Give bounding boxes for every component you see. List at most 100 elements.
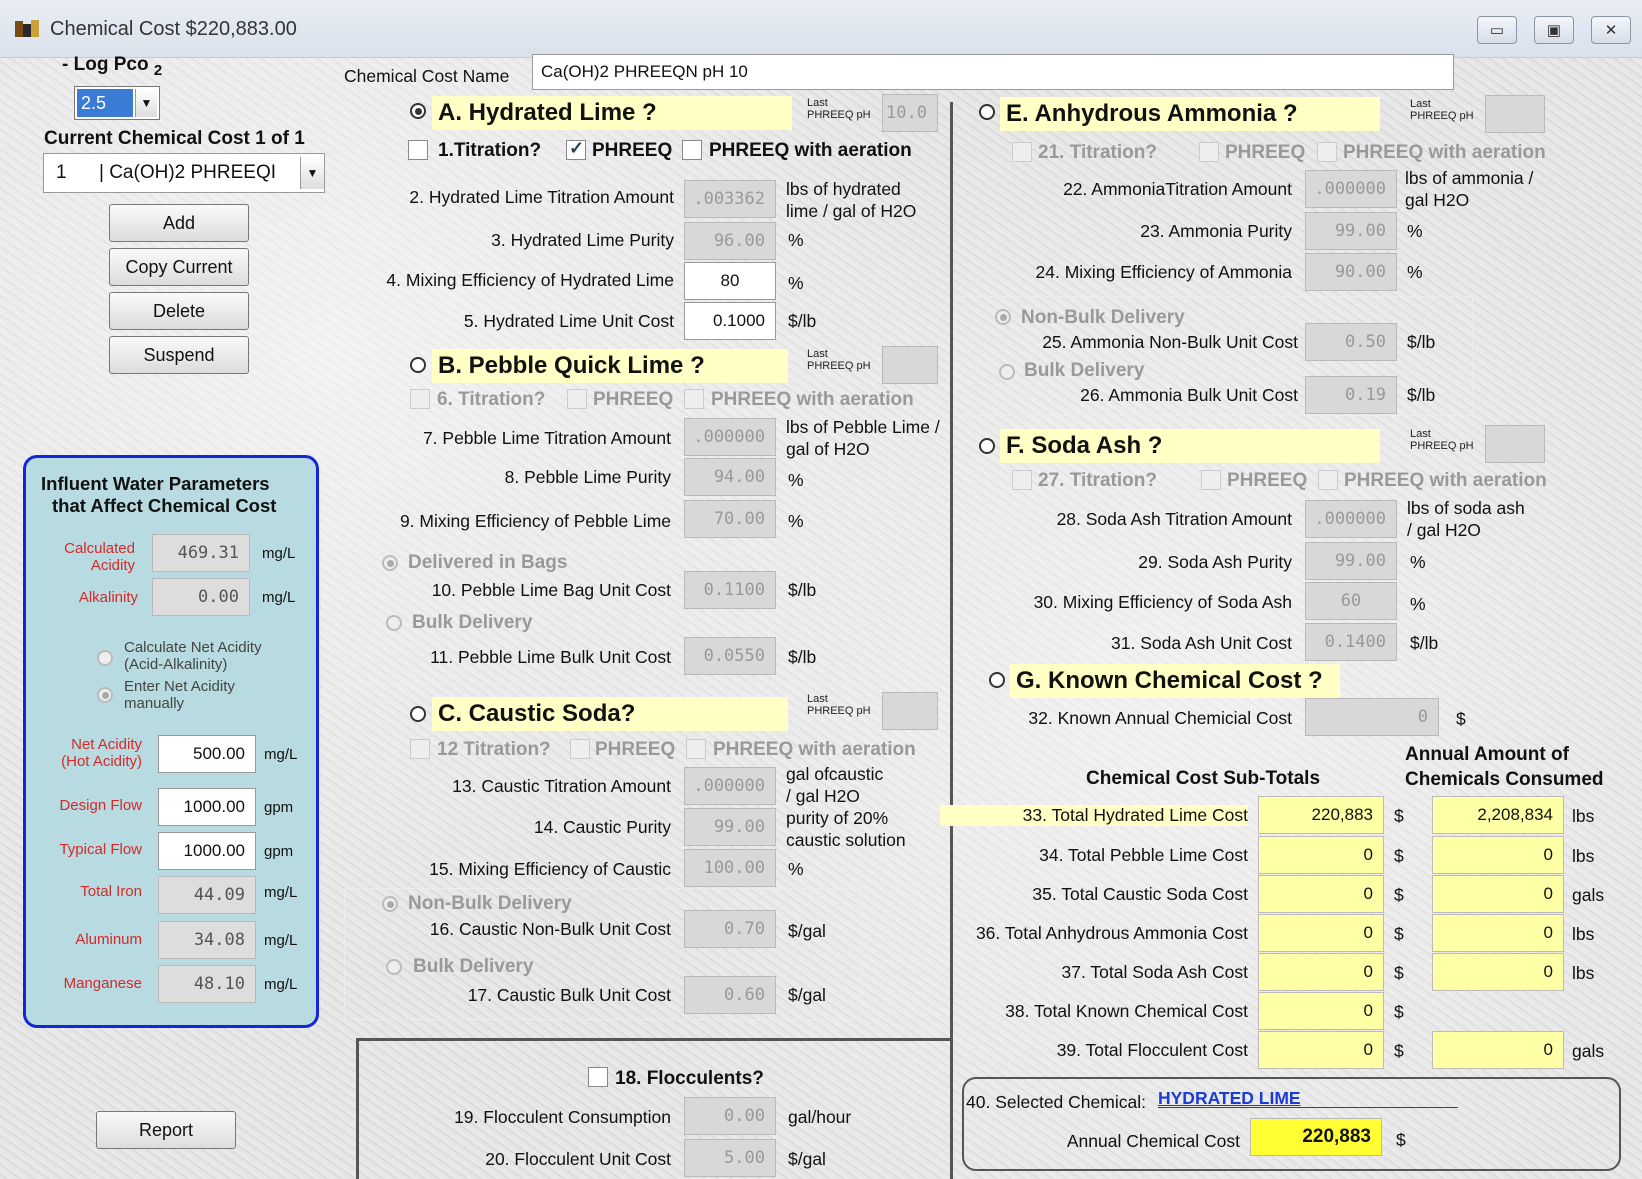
caustic-bulk-delivery-radio[interactable] <box>386 959 402 975</box>
caustic-soda-header: C. Caustic Soda? <box>432 697 788 731</box>
hydrated-lime-radio[interactable] <box>410 103 426 119</box>
pebble-lime-header: B. Pebble Quick Lime ? <box>432 349 788 383</box>
subtotal-cost-unit: $ <box>1394 1002 1404 1022</box>
caustic-phreeq-checkbox[interactable] <box>570 739 590 759</box>
manganese-label: Manganese <box>63 975 142 992</box>
selected-chemical-link[interactable]: HYDRATED LIME <box>1158 1088 1301 1109</box>
soda-ash-purity: 99.00 <box>1305 542 1397 580</box>
caustic-non-bulk-unit-cost: 0.70 <box>684 910 776 948</box>
minimize-icon[interactable]: ▭ <box>1477 16 1517 44</box>
caustic-aeration-checkbox[interactable] <box>686 739 706 759</box>
copy-current-button[interactable]: Copy Current <box>109 248 249 286</box>
ammonia-non-bulk-radio[interactable] <box>995 309 1011 325</box>
subtotal-label: 35. Total Caustic Soda Cost <box>1032 884 1248 904</box>
caustic-bulk-unit-cost: 0.60 <box>684 976 776 1014</box>
pebble-lime-radio[interactable] <box>410 357 426 373</box>
log-pco-label: - Log Pco 2 <box>62 54 163 79</box>
hydrated-lime-aeration-checkbox[interactable] <box>682 140 702 160</box>
calculate-net-acidity-label: Calculate Net Acidity (Acid-Alkalinity) <box>124 639 262 673</box>
known-chemical-cost-radio[interactable] <box>989 672 1005 688</box>
caustic-titration-checkbox[interactable] <box>410 739 430 759</box>
typical-flow-label: Typical Flow <box>59 841 142 858</box>
pebble-lime-aeration-checkbox[interactable] <box>684 389 704 409</box>
subtotal-cost: 0 <box>1258 914 1384 952</box>
close-icon[interactable]: ✕ <box>1591 16 1631 44</box>
calculate-net-acidity-radio[interactable] <box>97 650 113 666</box>
soda-ash-aeration-checkbox[interactable] <box>1318 470 1338 490</box>
flocculents-checkbox[interactable] <box>588 1067 608 1087</box>
annual-amount: 0 <box>1432 953 1564 991</box>
aluminum-label: Aluminum <box>75 931 142 948</box>
maximize-icon[interactable]: ▣ <box>1534 16 1574 44</box>
soda-ash-header: F. Soda Ash ? <box>1000 429 1380 463</box>
ammonia-phreeq-checkbox[interactable] <box>1199 142 1219 162</box>
app-icon <box>15 20 39 37</box>
anhydrous-ammonia-header: E. Anhydrous Ammonia ? <box>1000 97 1380 131</box>
pebble-lime-purity: 94.00 <box>684 458 776 496</box>
flocculent-consumption: 0.00 <box>684 1097 776 1135</box>
subtotal-cost-unit: $ <box>1394 924 1404 944</box>
ammonia-aeration-checkbox[interactable] <box>1317 142 1337 162</box>
pebble-bulk-delivery-radio[interactable] <box>386 615 402 631</box>
flocculents-header: 18. Flocculents? <box>615 1068 764 1089</box>
ammonia-titration-checkbox[interactable] <box>1012 142 1032 162</box>
design-flow-label: Design Flow <box>59 797 142 814</box>
delivered-in-bags-radio[interactable] <box>382 555 398 571</box>
hydrated-lime-purity: 96.00 <box>684 222 776 260</box>
title-bar: Chemical Cost $220,883.00 ▭ ▣ ✕ <box>0 0 1642 58</box>
annual-chemical-cost-value: 220,883 <box>1250 1118 1382 1156</box>
add-button[interactable]: Add <box>109 204 249 242</box>
subtotal-cost-unit: $ <box>1394 846 1404 866</box>
hydrated-lime-mixing-efficiency[interactable]: 80 <box>684 262 776 300</box>
delete-button[interactable]: Delete <box>109 292 249 330</box>
current-chemical-select[interactable]: 1 | Ca(OH)2 PHREEQI ▼ <box>43 153 325 193</box>
subtotal-cost: 0 <box>1258 953 1384 991</box>
log-pco-select[interactable]: 2.5 ▼ <box>74 86 160 120</box>
soda-ash-titration-amount: .000000 <box>1305 500 1397 538</box>
influent-title: Influent Water Parameters <box>41 473 270 494</box>
annual-amount-unit: lbs <box>1572 963 1595 983</box>
enter-net-acidity-radio[interactable] <box>97 687 113 703</box>
hydrated-lime-phreeq-checkbox[interactable] <box>566 138 586 160</box>
annual-amount-unit: gals <box>1572 1041 1605 1061</box>
calculated-acidity-label: Calculated Acidity <box>64 540 135 574</box>
anhydrous-ammonia-radio[interactable] <box>979 104 995 120</box>
caustic-soda-radio[interactable] <box>410 706 426 722</box>
hydrated-lime-titration-checkbox[interactable] <box>408 140 428 160</box>
hydrated-lime-unit-cost[interactable]: 0.1000 <box>684 302 776 340</box>
annual-amount-unit: lbs <box>1572 846 1595 866</box>
chevron-down-icon[interactable]: ▼ <box>300 157 324 189</box>
chevron-down-icon[interactable]: ▼ <box>135 89 157 117</box>
pebble-lime-phreeq-checkbox[interactable] <box>567 389 587 409</box>
selected-chemical-underline <box>1158 1107 1458 1108</box>
design-flow-field[interactable]: 1000.00 <box>158 788 256 826</box>
soda-ash-phreeq-checkbox[interactable] <box>1201 470 1221 490</box>
enter-net-acidity-label: Enter Net Acidity manually <box>124 678 235 712</box>
suspend-button[interactable]: Suspend <box>109 336 249 374</box>
total-iron-label: Total Iron <box>80 883 142 900</box>
annual-amount: 0 <box>1432 914 1564 952</box>
chemical-cost-name-input[interactable]: Ca(OH)2 PHREEQN pH 10 <box>532 54 1454 90</box>
annual-chemical-cost-label: Annual Chemical Cost <box>1066 1131 1240 1151</box>
soda-ash-radio[interactable] <box>979 438 995 454</box>
typical-flow-field[interactable]: 1000.00 <box>158 832 256 870</box>
annual-amount: 0 <box>1432 1031 1564 1069</box>
pebble-lime-mixing-efficiency: 70.00 <box>684 500 776 538</box>
caustic-titration-amount: .000000 <box>684 767 776 805</box>
annual-amount-unit: lbs <box>1572 806 1595 826</box>
soda-ash-titration-checkbox[interactable] <box>1012 470 1032 490</box>
ammonia-purity: 99.00 <box>1305 212 1397 250</box>
report-button[interactable]: Report <box>96 1111 236 1149</box>
ammonia-bulk-delivery-radio[interactable] <box>999 364 1015 380</box>
manganese-field: 48.10 <box>158 965 256 1003</box>
hydrated-lime-header: A. Hydrated Lime ? <box>432 96 792 130</box>
pebble-lime-titration-checkbox[interactable] <box>410 389 430 409</box>
subtotal-label: 36. Total Anhydrous Ammonia Cost <box>975 923 1248 943</box>
caustic-non-bulk-radio[interactable] <box>382 896 398 912</box>
net-acidity-field[interactable]: 500.00 <box>158 735 256 773</box>
subtotal-cost-unit: $ <box>1394 885 1404 905</box>
known-annual-chemical-cost: 0 <box>1305 698 1439 736</box>
subtotal-label: 37. Total Soda Ash Cost <box>1061 962 1248 982</box>
subtotal-label: 33. Total Hydrated Lime Cost <box>940 805 1248 826</box>
subtotals-header: Chemical Cost Sub-Totals <box>1086 768 1321 789</box>
